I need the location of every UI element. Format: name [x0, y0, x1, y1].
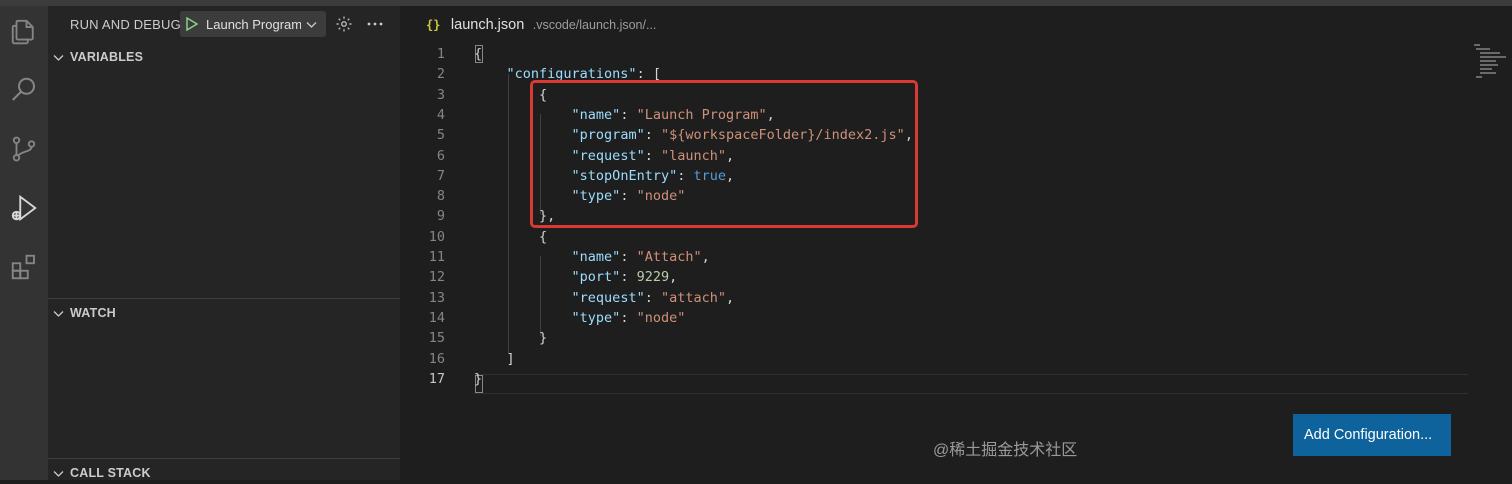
chevron-down-icon — [306, 22, 317, 28]
section-watch[interactable]: WATCH — [48, 302, 400, 324]
code-token: 9229 — [636, 269, 670, 285]
chevron-down-icon — [53, 311, 64, 317]
extensions-icon[interactable] — [4, 247, 44, 287]
line-number: 7 — [436, 168, 445, 184]
code-line[interactable]: 14 "type": "node" — [400, 308, 1512, 328]
run-debug-icon[interactable] — [4, 188, 44, 228]
line-text: "type": "node" — [474, 308, 686, 328]
launch-config-label: Launch Program — [206, 17, 301, 32]
line-number: 16 — [428, 351, 445, 367]
code-line[interactable]: 1{ — [400, 44, 1512, 64]
code-line[interactable]: 17} — [400, 369, 1512, 389]
line-number: 14 — [428, 310, 445, 326]
chevron-down-icon — [53, 471, 64, 477]
section-label: CALL STACK — [70, 466, 151, 480]
breadcrumb[interactable]: {} launch.json .vscode/launch.json/... — [426, 16, 656, 34]
code-token: : — [620, 310, 637, 326]
run-debug-sidebar: RUN AND DEBUG Launch Program VARIABLES W… — [48, 6, 400, 480]
activity-bar — [0, 6, 48, 480]
code-token: "port" — [571, 269, 621, 285]
more-actions-icon[interactable] — [366, 16, 384, 32]
sidebar-title: RUN AND DEBUG — [70, 17, 181, 32]
breadcrumb-path[interactable]: .vscode/launch.json/... — [533, 18, 657, 32]
code-token: "attach" — [660, 290, 726, 306]
section-label: VARIABLES — [70, 50, 144, 64]
section-variables[interactable]: VARIABLES — [48, 46, 400, 68]
line-number: 10 — [428, 229, 445, 245]
chevron-down-icon — [53, 55, 64, 61]
json-file-icon: {} — [426, 18, 441, 32]
editor[interactable]: {} launch.json .vscode/launch.json/... 1… — [400, 6, 1512, 480]
code-token: } — [474, 330, 548, 346]
line-number: 5 — [436, 127, 445, 143]
code-token: : — [620, 249, 637, 265]
code-line[interactable]: 13 "request": "attach", — [400, 288, 1512, 308]
code-token: : — [620, 269, 637, 285]
code-token: : — [644, 290, 661, 306]
line-number: 12 — [428, 269, 445, 285]
line-number: 11 — [428, 249, 445, 265]
launch-config-select[interactable]: Launch Program — [180, 11, 326, 37]
line-text: { — [474, 227, 547, 247]
line-number: 13 — [428, 290, 445, 306]
line-number: 1 — [436, 46, 445, 62]
add-configuration-button[interactable]: Add Configuration... — [1293, 414, 1451, 456]
gear-icon[interactable] — [335, 15, 353, 33]
line-number: 17 — [428, 371, 445, 387]
code-token: "type" — [571, 310, 621, 326]
line-text: { — [474, 44, 482, 64]
section-call-stack[interactable]: CALL STACK — [48, 462, 400, 484]
code-line[interactable]: 15 } — [400, 328, 1512, 348]
play-icon[interactable] — [186, 17, 198, 31]
line-text: } — [474, 328, 547, 348]
line-number: 4 — [436, 107, 445, 123]
line-number: 3 — [436, 87, 445, 103]
code-token: , — [726, 290, 735, 306]
sidebar-header: RUN AND DEBUG Launch Program — [48, 6, 400, 42]
line-text: "name": "Attach", — [474, 247, 710, 267]
code-token: , — [669, 269, 678, 285]
section-divider — [48, 458, 400, 459]
line-text: "port": 9229, — [474, 267, 678, 287]
search-icon[interactable] — [4, 70, 44, 110]
code-line[interactable]: 12 "port": 9229, — [400, 267, 1512, 287]
code-line[interactable]: 11 "name": "Attach", — [400, 247, 1512, 267]
line-number: 6 — [436, 148, 445, 164]
code-token: "Attach" — [636, 249, 702, 265]
line-text: } — [474, 369, 482, 389]
watermark: @稀土掘金技术社区 — [933, 442, 1078, 459]
line-number: 15 — [428, 330, 445, 346]
code-line[interactable]: 16 ] — [400, 349, 1512, 369]
breadcrumb-file[interactable]: launch.json — [451, 17, 524, 33]
line-number: 2 — [436, 66, 445, 82]
code-token: ] — [474, 351, 515, 367]
line-text: "request": "attach", — [474, 288, 735, 308]
code-token: "request" — [571, 290, 645, 306]
annotation-highlight-box — [530, 80, 918, 228]
code-token: , — [701, 249, 710, 265]
section-divider — [48, 298, 400, 299]
section-label: WATCH — [70, 306, 116, 320]
code-line[interactable]: 10 { — [400, 227, 1512, 247]
code-token: "name" — [571, 249, 621, 265]
code-token: { — [474, 229, 548, 245]
code-token: { — [474, 46, 483, 62]
line-text: ] — [474, 349, 515, 369]
line-number: 8 — [436, 188, 445, 204]
explorer-icon[interactable] — [4, 12, 44, 52]
line-number: 9 — [436, 208, 445, 224]
code-token: "node" — [636, 310, 686, 326]
source-control-icon[interactable] — [4, 129, 44, 169]
code-token: } — [474, 371, 483, 387]
